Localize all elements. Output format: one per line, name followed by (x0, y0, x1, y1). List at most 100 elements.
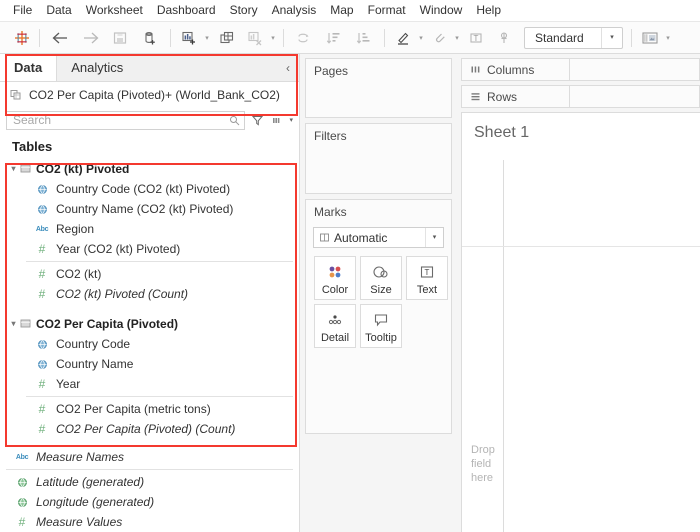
field-co2-kt-pivoted-count[interactable]: # CO2 (kt) Pivoted (Count) (0, 284, 299, 304)
search-input[interactable] (7, 111, 245, 129)
new-worksheet-button[interactable] (176, 26, 202, 50)
text-t-icon: T (418, 261, 436, 283)
mark-type-caret-icon[interactable]: ▾ (425, 228, 443, 247)
highlighter-button[interactable] (390, 26, 416, 50)
new-worksheet-caret-icon[interactable]: ▾ (202, 34, 212, 42)
marks-tooltip-button[interactable]: Tooltip (360, 304, 402, 348)
clear-sheet-button[interactable] (242, 26, 268, 50)
menu-file[interactable]: File (6, 0, 39, 21)
geographic-globe-icon (36, 358, 48, 370)
geographic-globe-icon (36, 183, 48, 195)
forward-button[interactable] (75, 26, 105, 50)
rows-shelf[interactable]: Rows (461, 85, 700, 108)
dimension-measure-divider (26, 261, 293, 262)
pages-card[interactable]: Pages (305, 58, 452, 118)
show-me-button[interactable] (637, 26, 663, 50)
menu-worksheet[interactable]: Worksheet (79, 0, 150, 21)
swap-rows-columns-button[interactable] (289, 26, 319, 50)
field-co2-per-capita-pivoted-count[interactable]: # CO2 Per Capita (Pivoted) (Count) (0, 419, 299, 439)
clear-sheet-caret-icon[interactable]: ▾ (268, 34, 278, 42)
menu-map[interactable]: Map (323, 0, 360, 21)
new-data-source-button[interactable] (135, 26, 165, 50)
expand-chevron-icon[interactable]: ▾ (8, 164, 19, 173)
table-header-co2-kt-pivoted[interactable]: ▾ CO2 (kt) Pivoted (0, 158, 299, 179)
menu-dashboard[interactable]: Dashboard (150, 0, 223, 21)
field-co2-kt[interactable]: # CO2 (kt) (0, 264, 299, 284)
data-source-item[interactable]: CO2 Per Capita (Pivoted)+ (World_Bank_CO… (0, 82, 299, 108)
marks-size-button[interactable]: Size (360, 256, 402, 300)
rows-shelf-label: Rows (487, 89, 518, 104)
generated-fields-divider (6, 469, 293, 470)
menu-story[interactable]: Story (223, 0, 265, 21)
field-measure-values[interactable]: # Measure Values (0, 512, 299, 532)
field-country-code-co2-kt[interactable]: Country Code (CO2 (kt) Pivoted) (0, 179, 299, 199)
abc-string-icon: Abc (15, 453, 29, 461)
field-longitude-generated[interactable]: Longitude (generated) (0, 492, 299, 512)
sheet-title[interactable]: Sheet 1 (462, 113, 700, 142)
field-region[interactable]: Abc Region (0, 219, 299, 239)
field-country-code[interactable]: Country Code (0, 334, 299, 354)
search-box[interactable] (6, 110, 246, 130)
menu-window[interactable]: Window (413, 0, 470, 21)
group-members-caret-icon[interactable]: ▾ (452, 34, 462, 42)
field-year-co2-kt[interactable]: # Year (CO2 (kt) Pivoted) (0, 239, 299, 259)
field-year[interactable]: # Year (0, 374, 299, 394)
field-measure-names[interactable]: Abc Measure Names (0, 447, 299, 467)
field-co2-per-capita-metric-tons[interactable]: # CO2 Per Capita (metric tons) (0, 399, 299, 419)
columns-shelf-dropzone[interactable] (570, 59, 699, 80)
filters-card-title: Filters (314, 129, 347, 143)
data-source-icon (10, 89, 22, 101)
fit-dropdown[interactable]: Standard ▾ (524, 26, 623, 49)
svg-text:T: T (425, 268, 430, 277)
columns-shelf[interactable]: Columns (461, 58, 700, 81)
search-row: ▾ (0, 108, 299, 132)
field-country-name-co2-kt[interactable]: Country Name (CO2 (kt) Pivoted) (0, 199, 299, 219)
back-button[interactable] (45, 26, 75, 50)
menu-help[interactable]: Help (469, 0, 508, 21)
rows-shelf-icon (470, 91, 481, 102)
marks-detail-button[interactable]: Detail (314, 304, 356, 348)
marks-color-button[interactable]: Color (314, 256, 356, 300)
rows-shelf-dropzone[interactable] (570, 86, 699, 107)
show-me-caret-icon[interactable]: ▾ (663, 34, 673, 42)
menu-data[interactable]: Data (39, 0, 78, 21)
filters-card[interactable]: Filters (305, 123, 452, 194)
data-pane: Data Analytics ‹ CO2 Per Capita (Pivoted… (0, 54, 300, 532)
mark-type-dropdown[interactable]: Automatic ▾ (313, 227, 444, 248)
group-by-folder-icon[interactable] (269, 110, 287, 130)
filter-funnel-icon[interactable] (248, 110, 266, 130)
mark-property-buttons: Color Size T Text Detail Tooltip (306, 248, 451, 348)
geographic-globe-green-icon (16, 476, 28, 488)
field-country-name[interactable]: Country Name (0, 354, 299, 374)
field-label: CO2 (kt) (56, 267, 102, 281)
menu-analysis[interactable]: Analysis (265, 0, 324, 21)
drop-field-hint[interactable]: Drop field here (471, 443, 501, 485)
table-header-co2-per-capita-pivoted[interactable]: ▾ CO2 Per Capita (Pivoted) (0, 313, 299, 334)
field-label: Country Code (56, 337, 131, 351)
tableau-logo-icon[interactable] (10, 26, 34, 50)
fix-axes-button[interactable] (490, 26, 518, 50)
expand-chevron-icon[interactable]: ▾ (8, 319, 19, 328)
marks-size-label: Size (370, 283, 392, 296)
tab-data[interactable]: Data (0, 54, 58, 81)
marks-card-title: Marks (314, 205, 347, 219)
fit-dropdown-caret-icon[interactable]: ▾ (602, 28, 622, 48)
sort-descending-button[interactable] (349, 26, 379, 50)
group-by-caret-icon[interactable]: ▾ (289, 116, 293, 124)
highlighter-caret-icon[interactable]: ▾ (416, 34, 426, 42)
field-latitude-generated[interactable]: Latitude (generated) (0, 472, 299, 492)
collapse-pane-icon[interactable]: ‹ (277, 54, 299, 81)
sheet-canvas[interactable]: Sheet 1 Drop field here (461, 112, 700, 532)
field-label: Longitude (generated) (36, 495, 155, 509)
show-mark-labels-button[interactable]: T (462, 26, 490, 50)
tab-analytics[interactable]: Analytics (57, 54, 277, 81)
group-members-button[interactable] (426, 26, 452, 50)
menu-format[interactable]: Format (361, 0, 413, 21)
marks-detail-label: Detail (320, 331, 350, 344)
duplicate-sheet-button[interactable] (212, 26, 242, 50)
svg-text:T: T (474, 34, 479, 43)
tables-section-title: Tables (12, 139, 53, 154)
save-button[interactable] (105, 26, 135, 50)
marks-text-button[interactable]: T Text (406, 256, 448, 300)
sort-ascending-button[interactable] (319, 26, 349, 50)
